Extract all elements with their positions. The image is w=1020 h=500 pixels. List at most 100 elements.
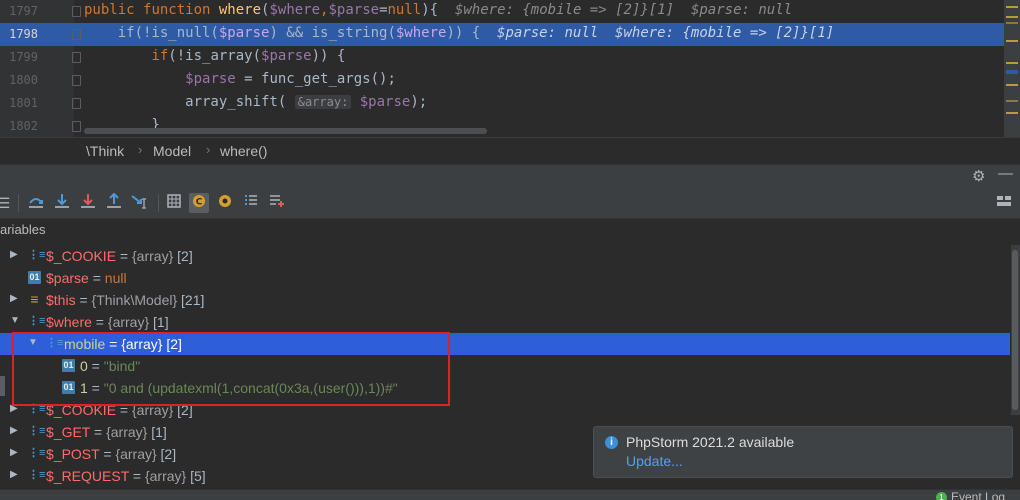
menu-icon[interactable]: ☰ [0, 193, 14, 213]
debugger-toolbar: ☰ C [0, 188, 1020, 219]
stripe-mark [1006, 70, 1018, 74]
code-editor[interactable]: 1797 public function where($where,$parse=… [0, 0, 1020, 137]
fold-marker-icon[interactable] [72, 6, 81, 17]
run-to-cursor-icon[interactable] [130, 193, 150, 213]
parameter-hint: &array: [294, 95, 352, 109]
collapse-arrow-icon[interactable]: ▼ [10, 315, 20, 326]
variable-type: {array} [144, 468, 187, 484]
code-token: )) { [446, 25, 498, 41]
watch-icon[interactable] [215, 193, 235, 213]
expand-arrow-icon[interactable]: ▶ [10, 469, 18, 480]
code-line[interactable]: 1797 public function where($where,$parse=… [0, 0, 1004, 23]
variable-equals: = [88, 270, 105, 286]
sort-list-icon[interactable] [241, 193, 261, 213]
evaluate-expression-icon[interactable] [164, 193, 184, 213]
code-text: array_shift( &array: $parse); [84, 94, 427, 110]
variable-text: $this = {Think\Model} [21] [46, 292, 204, 308]
breadcrumb-separator: › [138, 142, 143, 157]
add-watch-icon[interactable] [267, 193, 287, 213]
fold-marker-icon[interactable] [72, 121, 81, 132]
line-number: 1798 [9, 27, 38, 41]
code-token: $parse [261, 48, 312, 64]
variable-count: [2] [173, 248, 193, 264]
side-handle[interactable] [0, 376, 5, 396]
variable-count: [1] [149, 314, 169, 330]
variable-row[interactable]: ▼ ⋮≡ $where = {array} [1] [0, 311, 1010, 333]
variable-count: [1] [147, 424, 167, 440]
variable-row[interactable]: 01 $parse = null [0, 267, 1010, 289]
expand-arrow-icon[interactable]: ▶ [10, 447, 18, 458]
current-execution-line[interactable]: 1798 if(!is_null($parse) && is_string($w… [0, 23, 1004, 46]
expand-arrow-icon[interactable]: ▶ [10, 425, 18, 436]
step-out-icon[interactable] [104, 192, 124, 213]
array-icon: ⋮≡ [28, 469, 46, 481]
stripe-mark [1006, 84, 1018, 86]
code-token: if [151, 48, 169, 64]
code-line[interactable]: 1801 array_shift( &array: $parse); [0, 92, 1004, 115]
update-link[interactable]: Update... [626, 453, 683, 469]
code-line[interactable]: 1800 $parse = func_get_args(); [0, 69, 1004, 92]
expand-arrow-icon[interactable]: ▶ [10, 249, 18, 260]
variable-row[interactable]: ▶ ≡ $this = {Think\Model} [21] [0, 289, 1010, 311]
breadcrumb: \Think › Model › where() [0, 137, 1020, 164]
stripe-mark [1006, 6, 1018, 8]
variable-name: $parse [46, 270, 89, 286]
primitive-value-icon: 01 [28, 271, 41, 284]
gear-icon[interactable]: ⚙ [972, 167, 985, 185]
variable-text: $where = {array} [1] [46, 314, 169, 330]
stripe-mark [1006, 16, 1018, 18]
variable-row[interactable]: ▶ ⋮≡ $_COOKIE = {array} [2] [0, 245, 1010, 267]
variable-type: {array} [115, 446, 157, 462]
code-token: )) { [311, 48, 346, 64]
variable-name: $where [46, 314, 92, 330]
breadcrumb-namespace[interactable]: \Think [86, 143, 124, 159]
variable-value: null [104, 270, 127, 286]
stripe-mark [1006, 112, 1018, 114]
line-number: 1799 [9, 50, 38, 64]
variable-text: $parse = null [46, 270, 127, 286]
fold-marker-icon[interactable] [72, 98, 81, 109]
code-token: $where [269, 2, 321, 18]
step-into-icon[interactable] [52, 193, 72, 213]
svg-text:C: C [196, 198, 203, 208]
code-text: $parse = func_get_args(); [84, 71, 396, 87]
fold-marker-icon[interactable] [72, 29, 81, 40]
object-icon: ≡ [30, 291, 39, 307]
fold-marker-icon[interactable] [72, 75, 81, 86]
code-token: ) && is_string( [269, 25, 396, 41]
minimize-icon[interactable]: — [998, 165, 1013, 182]
variable-equals: = [116, 248, 132, 264]
inline-debug-value: $parse: null $where: {mobile => [2]}[1] [497, 25, 835, 41]
force-step-into-icon[interactable] [78, 193, 98, 213]
vertical-scrollbar-thumb[interactable] [1012, 250, 1018, 410]
fold-marker-icon[interactable] [72, 52, 81, 63]
variable-equals: = [99, 446, 116, 462]
code-token: $where [395, 25, 447, 41]
php-class-toggle-icon[interactable]: C [189, 193, 209, 213]
code-token: null [387, 2, 422, 18]
code-token: $parse [328, 2, 380, 18]
line-number: 1800 [9, 73, 38, 87]
breadcrumb-method[interactable]: where() [220, 143, 267, 159]
code-text: if(!is_array($parse)) { [84, 48, 345, 64]
array-icon: ⋮≡ [28, 425, 46, 437]
code-token: where [218, 2, 262, 18]
stripe-mark [1006, 100, 1018, 102]
expand-arrow-icon[interactable]: ▶ [10, 293, 18, 304]
step-over-icon[interactable] [26, 193, 46, 213]
update-notification: i PhpStorm 2021.2 available Update... [593, 426, 1013, 478]
variable-type: {array} [107, 314, 150, 330]
error-stripe[interactable] [1004, 0, 1020, 137]
code-line[interactable]: 1799 if(!is_array($parse)) { [0, 46, 1004, 69]
array-icon: ⋮≡ [28, 447, 46, 459]
variable-name: $this [46, 292, 76, 308]
variable-text: $_REQUEST = {array} [5] [46, 468, 206, 484]
variable-count: [21] [177, 292, 205, 308]
notification-title: PhpStorm 2021.2 available [626, 434, 795, 450]
variable-text: $_GET = {array} [1] [46, 424, 167, 440]
horizontal-scrollbar[interactable] [84, 128, 487, 134]
code-token: array_shift( [84, 94, 295, 110]
layout-icon[interactable] [994, 193, 1014, 213]
breadcrumb-class[interactable]: Model [153, 143, 191, 159]
